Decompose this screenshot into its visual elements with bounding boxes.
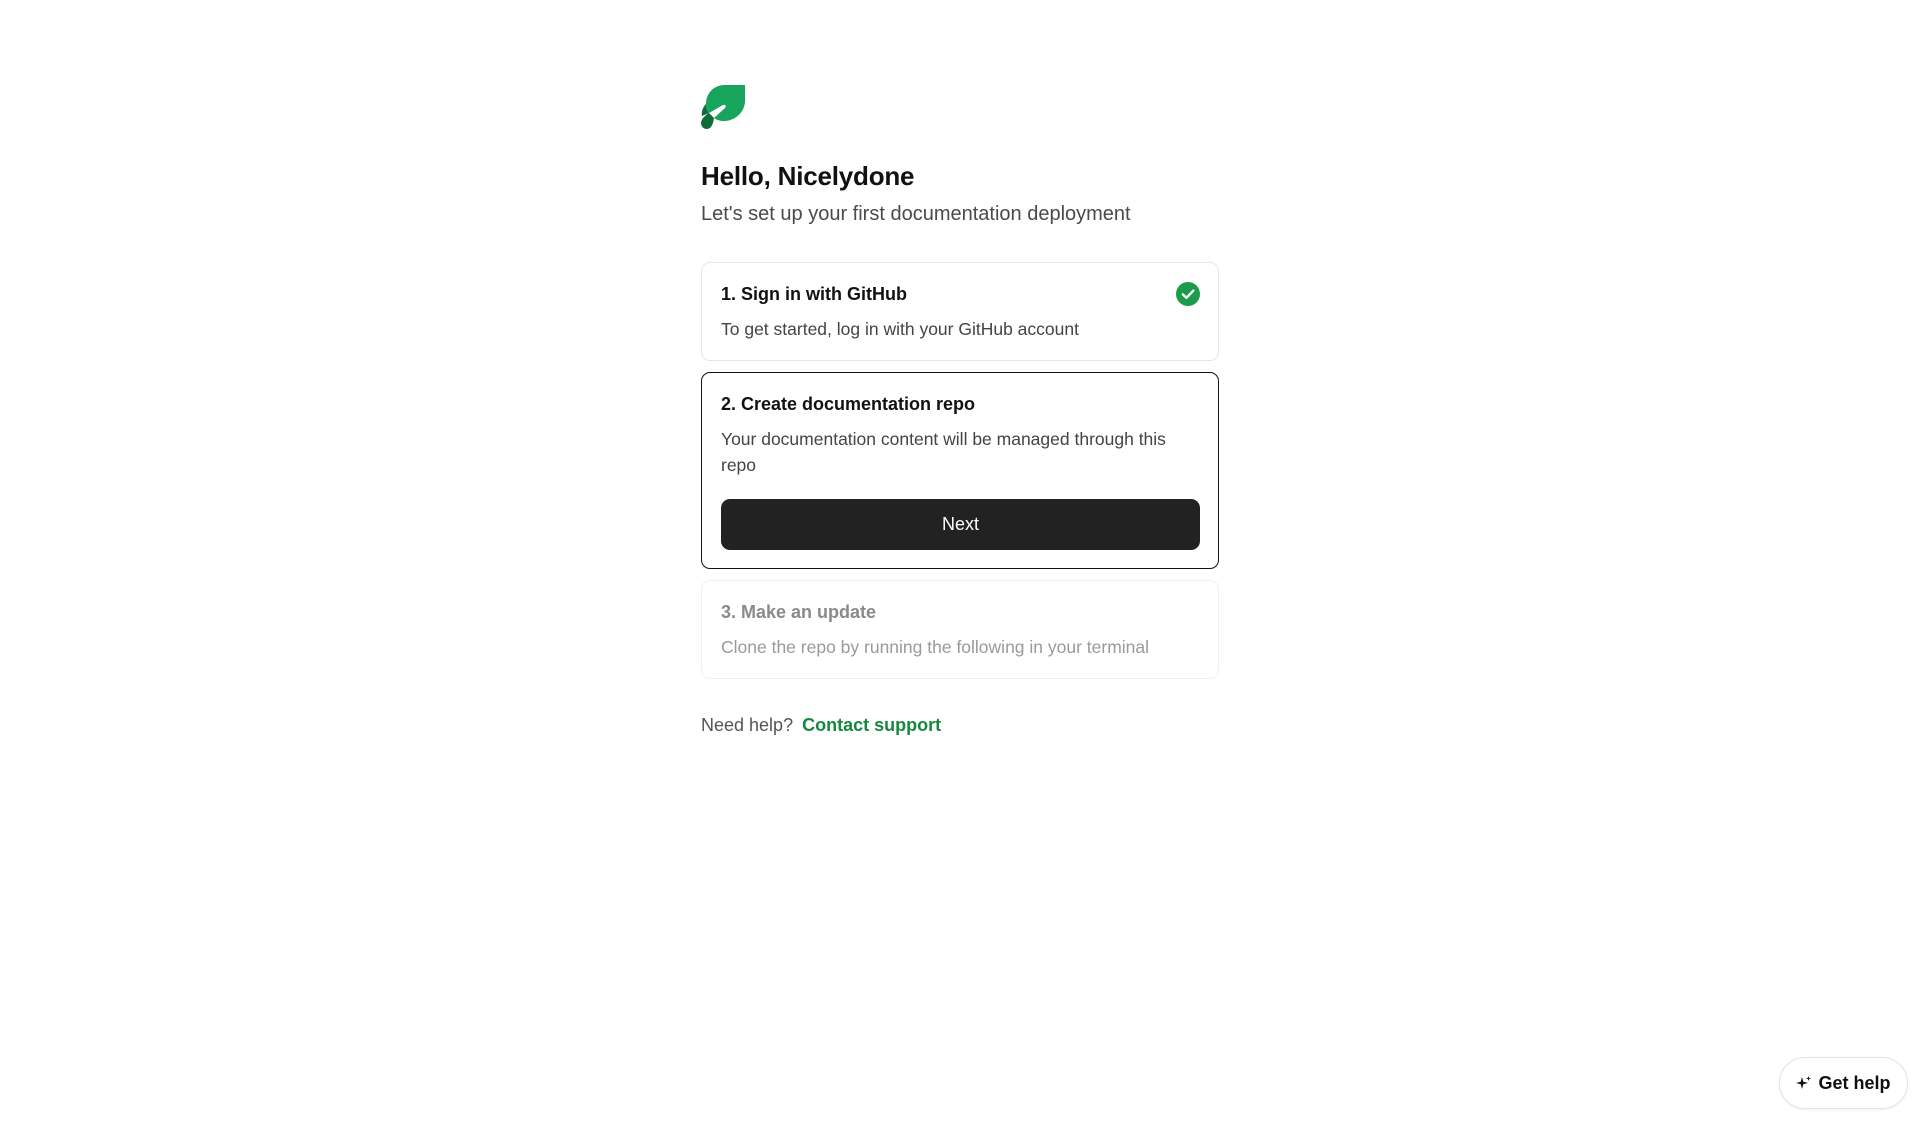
page-title: Hello, Nicelydone: [701, 161, 915, 191]
step-sign-in-github: 1. Sign in with GitHub To get started, l…: [701, 262, 1219, 361]
step-description: To get started, log in with your GitHub …: [721, 319, 1079, 339]
step-description: Clone the repo by running the following …: [721, 637, 1150, 657]
check-circle-icon: [1176, 282, 1200, 306]
step-title: 2. Create documentation repo: [721, 394, 976, 414]
steps-list: 1. Sign in with GitHub To get started, l…: [701, 262, 1219, 679]
leaf-logo-icon: [701, 85, 745, 129]
step-create-repo: 2. Create documentation repo Your docume…: [701, 372, 1219, 569]
page-subtitle: Let's set up your first documentation de…: [701, 203, 1131, 225]
contact-support-link[interactable]: Contact support: [802, 715, 941, 735]
step-title: 1. Sign in with GitHub: [721, 284, 907, 304]
step-make-update: 3. Make an update Clone the repo by runn…: [701, 580, 1219, 679]
step-title: 3. Make an update: [721, 602, 877, 622]
page: Hello, Nicelydone Let's set up your firs…: [0, 0, 1920, 1128]
onboarding-container: Hello, Nicelydone Let's set up your firs…: [701, 85, 1219, 737]
sparkle-icon: [1796, 1076, 1812, 1089]
help-prefix: Need help?: [701, 715, 794, 735]
get-help-button[interactable]: Get help: [1779, 1057, 1908, 1109]
step-description: Your documentation content will be manag…: [721, 429, 1166, 475]
help-line: Need help? Contact support: [701, 713, 1219, 737]
get-help-label: Get help: [1818, 1072, 1891, 1093]
next-button[interactable]: Next: [721, 499, 1200, 550]
